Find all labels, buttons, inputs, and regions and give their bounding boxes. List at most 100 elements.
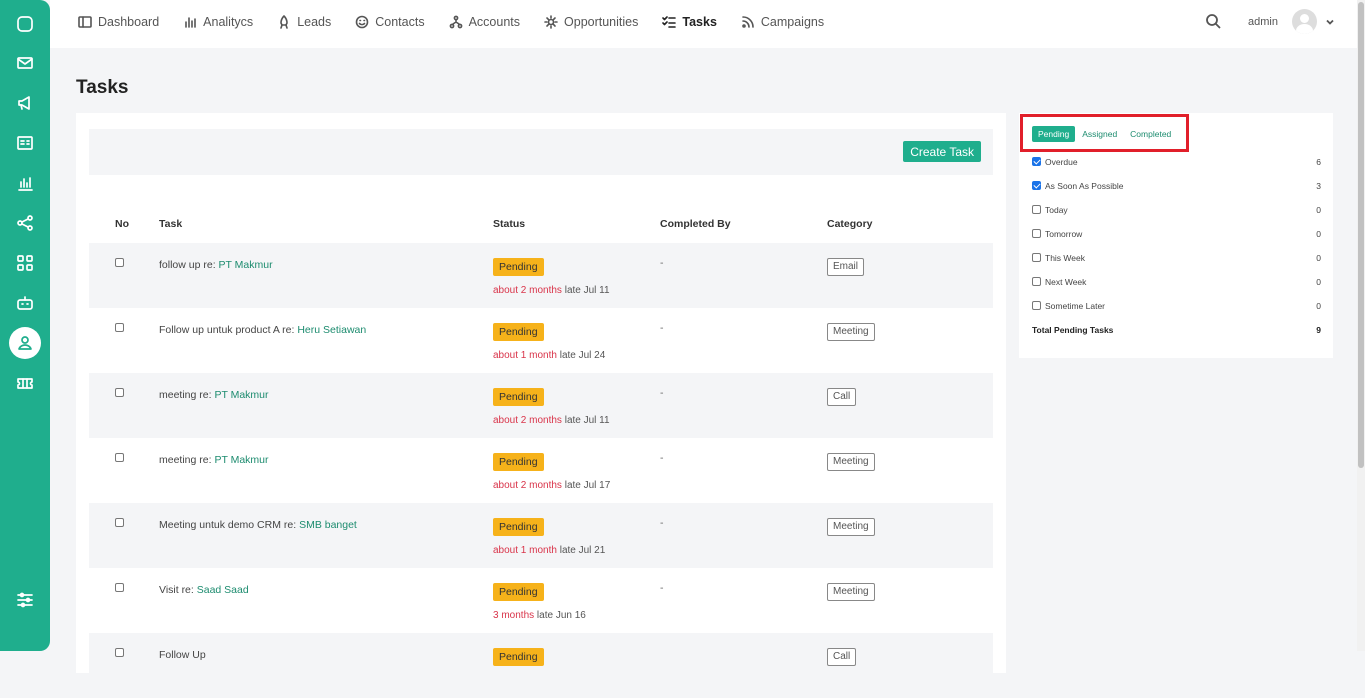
col-header-no: No (115, 218, 129, 230)
status-badge: Pending (493, 583, 544, 601)
icon-rail (0, 0, 50, 651)
total-label: Total Pending Tasks (1032, 325, 1114, 335)
col-header-status: Status (493, 218, 526, 230)
row-checkbox[interactable] (115, 323, 124, 332)
nav-leads[interactable]: Leads (277, 15, 331, 29)
table-row[interactable]: meeting re: PT Makmur Pending about 2 mo… (89, 373, 993, 438)
due-info: about 2 months late Jul 17 (493, 480, 610, 491)
total-count: 9 (1316, 325, 1321, 335)
rss-icon (742, 16, 754, 28)
filter-checkbox[interactable] (1032, 277, 1041, 286)
task-title: meeting re: (159, 389, 215, 401)
page-scrollbar[interactable] (1357, 0, 1365, 651)
filter-count: 0 (1316, 277, 1321, 287)
filter-checkbox[interactable] (1032, 157, 1041, 166)
nav-opportunities[interactable]: Opportunities (544, 15, 638, 29)
task-related-link[interactable]: PT Makmur (214, 454, 268, 466)
table-row[interactable]: Meeting untuk demo CRM re: SMB banget Pe… (89, 503, 993, 568)
due-date: late Jul 11 (561, 285, 610, 296)
bar-chart-icon (185, 17, 196, 28)
task-title: Follow up untuk product A re: (159, 324, 298, 336)
task-title: meeting re: (159, 454, 215, 466)
robot-icon[interactable] (11, 289, 39, 317)
scrollbar-thumb[interactable] (1358, 2, 1364, 468)
nav-label: Campaigns (760, 15, 825, 29)
filter-count: 0 (1316, 301, 1321, 311)
category-tag: Meeting (827, 323, 875, 341)
nav-label: Contacts (375, 15, 425, 29)
filter-count: 3 (1316, 181, 1321, 191)
filter-checkbox[interactable] (1032, 205, 1041, 214)
highlight-box (1020, 114, 1189, 152)
nav-campaigns[interactable]: Campaigns (741, 15, 824, 29)
search-icon[interactable] (1205, 13, 1223, 31)
filter-label: Today (1045, 205, 1068, 215)
task-related-link[interactable]: Heru Setiawan (297, 324, 366, 336)
task-related-link[interactable]: PT Makmur (219, 259, 273, 271)
table-row[interactable]: Follow Up Pending Call (89, 633, 993, 698)
category-tag: Meeting (827, 583, 875, 601)
nav-dashboard[interactable]: Dashboard (78, 15, 159, 29)
row-checkbox[interactable] (115, 518, 124, 527)
category-tag: Meeting (827, 518, 875, 536)
nav-tasks[interactable]: Tasks (662, 15, 717, 29)
nav-analytics[interactable]: Analitycs (183, 15, 253, 29)
ticket-icon[interactable] (11, 369, 39, 397)
megaphone-icon[interactable] (11, 89, 39, 117)
grid-icon[interactable] (11, 249, 39, 277)
create-task-button[interactable]: Create Task (903, 141, 981, 162)
table-row[interactable]: meeting re: PT Makmur Pending about 2 mo… (89, 438, 993, 503)
filter-checkbox[interactable] (1032, 253, 1041, 262)
app-logo-icon[interactable] (11, 10, 39, 38)
contact-user-icon[interactable] (9, 327, 41, 359)
filter-label: Tomorrow (1045, 229, 1083, 239)
completed-by: - (660, 387, 664, 399)
task-related-link[interactable]: SMB banget (299, 519, 357, 531)
row-checkbox[interactable] (115, 583, 124, 592)
nav-contacts[interactable]: Contacts (355, 15, 425, 29)
table-row[interactable]: follow up re: PT Makmur Pending about 2 … (89, 243, 993, 308)
due-info: about 2 months late Jul 11 (493, 415, 610, 426)
due-relative: about 2 months (493, 285, 562, 296)
filter-label: This Week (1045, 253, 1085, 263)
bar-chart-icon[interactable] (11, 169, 39, 197)
row-checkbox[interactable] (115, 453, 124, 462)
table-row[interactable]: Follow up untuk product A re: Heru Setia… (89, 308, 993, 373)
filter-checkbox[interactable] (1032, 181, 1041, 190)
user-menu[interactable]: admin (1248, 9, 1335, 34)
completed-by: - (660, 452, 664, 464)
task-text: Meeting untuk demo CRM re: SMB banget (159, 519, 357, 531)
settings-sliders-icon[interactable] (11, 586, 39, 614)
due-relative: about 2 months (493, 415, 562, 426)
status-badge: Pending (493, 518, 544, 536)
filter-checkbox[interactable] (1032, 301, 1041, 310)
id-card-icon[interactable] (11, 129, 39, 157)
row-checkbox[interactable] (115, 648, 124, 657)
mail-icon[interactable] (11, 49, 39, 77)
category-tag: Meeting (827, 453, 875, 471)
network-icon (449, 15, 462, 29)
row-checkbox[interactable] (115, 388, 124, 397)
nav-accounts[interactable]: Accounts (449, 15, 520, 29)
row-checkbox[interactable] (115, 258, 124, 267)
table-row[interactable]: Visit re: Saad Saad Pending 3 months lat… (89, 568, 993, 633)
due-date: late Jul 11 (561, 415, 610, 426)
avatar (1291, 9, 1317, 34)
nav-label: Opportunities (564, 15, 639, 29)
filter-label: Overdue (1045, 157, 1078, 167)
main-nav: Dashboard Analitycs Leads Contacts Accou… (78, 0, 848, 44)
completed-by: - (660, 582, 664, 594)
due-date: late Jul 17 (561, 480, 611, 491)
share-nodes-icon[interactable] (11, 209, 39, 237)
due-relative: about 2 months (493, 480, 562, 491)
total-pending-row: Total Pending Tasks 9 (1032, 324, 1321, 338)
status-badge: Pending (493, 258, 544, 276)
task-related-link[interactable]: Saad Saad (197, 584, 249, 596)
col-header-completed-by: Completed By (660, 218, 731, 230)
status-badge: Pending (493, 388, 544, 406)
filter-this-week: This Week 0 (1032, 252, 1321, 266)
filter-checkbox[interactable] (1032, 229, 1041, 238)
filter-sometime-later: Sometime Later 0 (1032, 300, 1321, 314)
dashboard-icon (78, 16, 92, 28)
task-related-link[interactable]: PT Makmur (214, 389, 268, 401)
